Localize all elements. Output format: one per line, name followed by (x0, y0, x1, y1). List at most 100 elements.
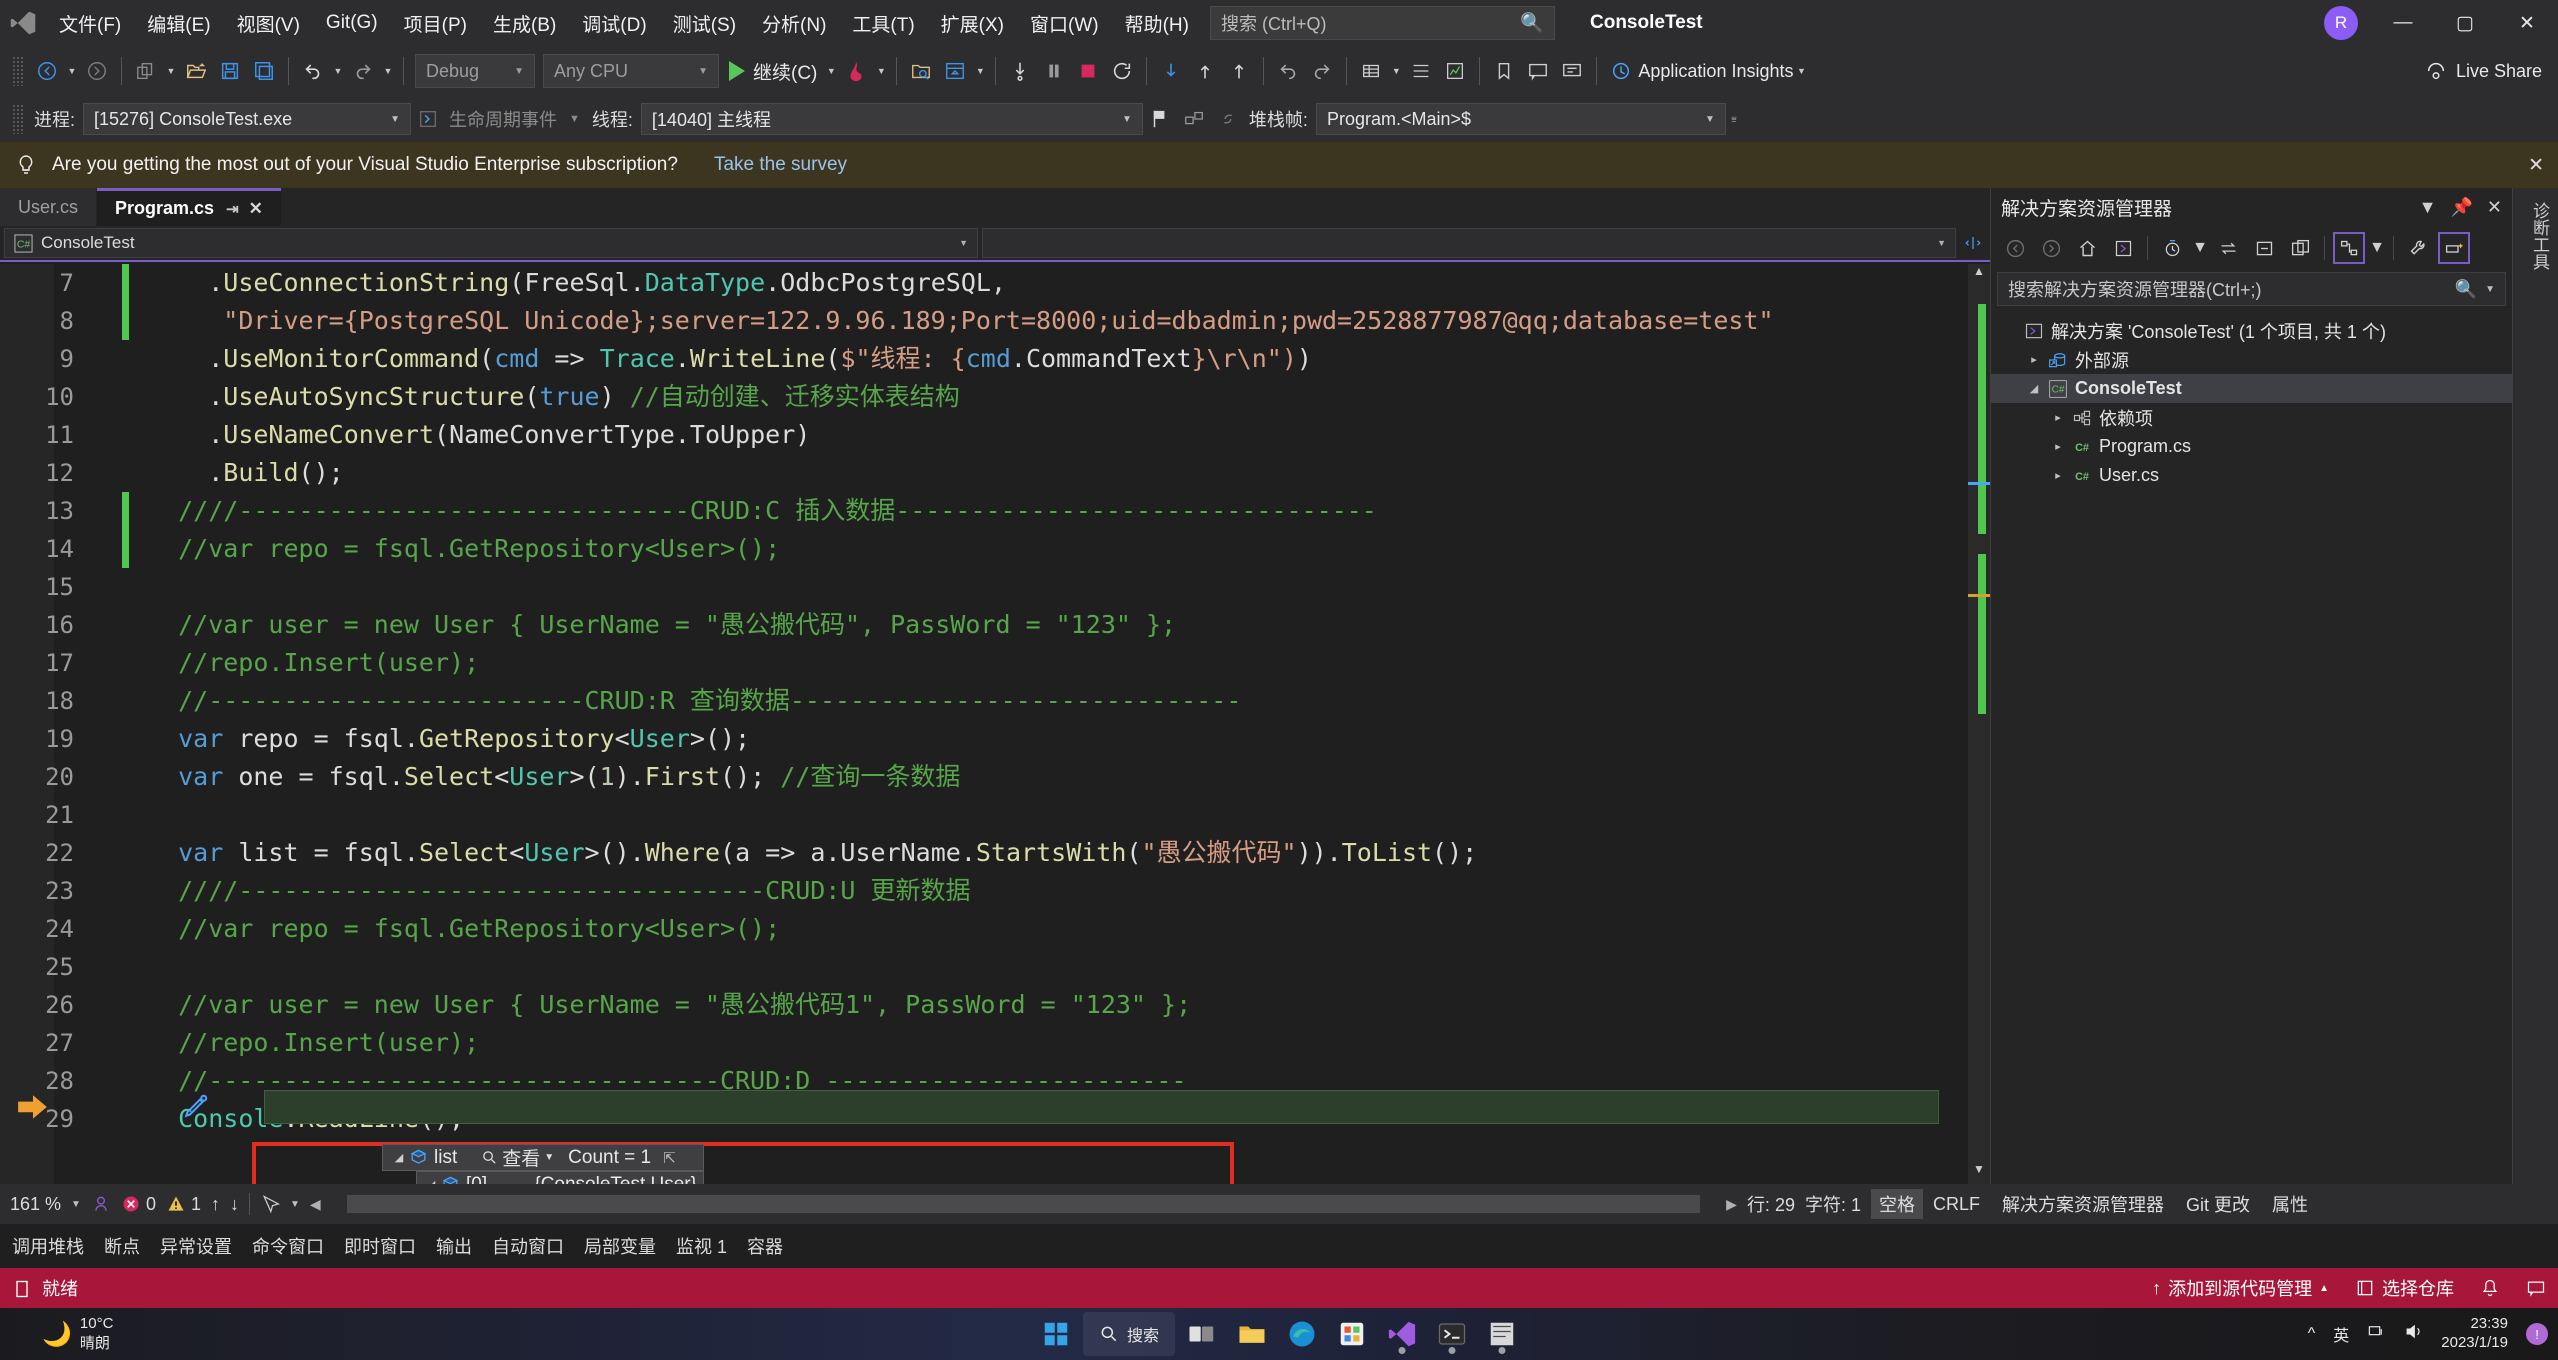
warning-count[interactable]: 1 (166, 1194, 201, 1215)
step-into-arrow-icon[interactable] (1188, 54, 1222, 88)
scroll-up-icon[interactable]: ▲ (1968, 264, 1990, 286)
continue-dropdown-icon[interactable]: ▼ (823, 54, 839, 88)
code-line[interactable]: 26 //var user = new User { UserName = "愚… (0, 986, 1774, 1024)
network-icon[interactable] (2367, 1322, 2386, 1346)
code-line[interactable]: 21 (0, 796, 1774, 834)
code-line[interactable]: 15 (0, 568, 1774, 606)
debug-window-tab[interactable]: 监视 1 (666, 1229, 737, 1263)
solution-configuration-select[interactable]: Debug ▼ (415, 54, 535, 88)
menu-debug[interactable]: 调试(D) (569, 0, 659, 46)
member-context-select[interactable]: ▼ (982, 228, 1957, 258)
horizontal-scrollbar[interactable] (346, 1195, 1701, 1213)
se-back-icon[interactable] (1999, 232, 2031, 264)
code-line[interactable]: 22 var list = fsql.Select<User>().Where(… (0, 834, 1774, 872)
ime-language-indicator[interactable]: 英 (2333, 1322, 2349, 1346)
pause-icon[interactable] (1037, 54, 1071, 88)
code-line[interactable]: 11 .UseNameConvert(NameConvertType.ToUpp… (0, 416, 1774, 454)
notification-badge[interactable]: ! (2526, 1323, 2548, 1345)
scroll-down-icon[interactable]: ▼ (1968, 1162, 1990, 1184)
code-line[interactable]: 14 //var repo = fsql.GetRepository<User>… (0, 530, 1774, 568)
solution-tree[interactable]: 解决方案 'ConsoleTest' (1 个项目, 共 1 个) ▸ 外部源 ◢ C#… (1991, 308, 2512, 490)
hot-reload-icon[interactable] (839, 54, 873, 88)
code-line[interactable]: 9 .UseMonitorCommand(cmd => Trace.WriteL… (0, 340, 1774, 378)
menu-help[interactable]: 帮助(H) (1112, 0, 1202, 46)
app-insights-icon[interactable] (1604, 54, 1638, 88)
diagnostic-tools-tab[interactable]: 诊断工具 (2512, 188, 2558, 1184)
chevron-down-icon[interactable]: ▼ (544, 1152, 554, 1163)
navigate-back-icon[interactable] (30, 54, 64, 88)
new-project-icon[interactable] (129, 54, 163, 88)
save-all-icon[interactable] (247, 54, 281, 88)
debug-window-tab[interactable]: 异常设置 (150, 1229, 242, 1263)
thread-select[interactable]: [14040] 主线程 ▼ (640, 103, 1143, 135)
flag-icon[interactable] (1143, 102, 1177, 136)
bookmark-icon[interactable] (1487, 54, 1521, 88)
debug-window-tab[interactable]: 输出 (426, 1229, 482, 1263)
select-repository-button[interactable]: 选择仓库 (2355, 1275, 2454, 1301)
chevron-down-icon[interactable]: ▼ (2485, 284, 2495, 295)
pin-tab-icon[interactable]: ⇥ (226, 200, 239, 218)
new-project-dropdown-icon[interactable]: ▼ (163, 54, 179, 88)
step-out-icon[interactable] (1222, 54, 1256, 88)
app-insights-dropdown-icon[interactable]: ▼ (1793, 54, 1809, 88)
solution-tree-node[interactable]: ▸ 外部源 (1991, 345, 2512, 374)
uncomment-icon[interactable] (1555, 54, 1589, 88)
step-over-icon[interactable] (1154, 54, 1188, 88)
debug-window-tab[interactable]: 调用堆栈 (2, 1229, 94, 1263)
live-share-button[interactable]: Live Share (2425, 60, 2542, 82)
se-pending-dropdown-icon[interactable]: ▼ (2192, 232, 2208, 264)
restart-icon[interactable] (1105, 54, 1139, 88)
microsoft-store-icon[interactable] (1329, 1311, 1375, 1357)
app-window-icon[interactable] (1479, 1311, 1525, 1357)
stop-debugging-icon[interactable] (1071, 54, 1105, 88)
code-line[interactable]: 17 //repo.Insert(user); (0, 644, 1774, 682)
menu-project[interactable]: 项目(P) (391, 0, 480, 46)
collapse-triangle-icon[interactable]: ◢ (389, 1151, 409, 1164)
previous-issue-icon[interactable]: ↑ (211, 1194, 220, 1215)
quick-launch-search[interactable]: 搜索 (Ctrl+Q) 🔍 (1210, 6, 1555, 40)
next-issue-icon[interactable]: ↓ (230, 1194, 239, 1215)
panel-footer-tab[interactable]: 属性 (2272, 1191, 2308, 1217)
code-editor[interactable]: 7 .UseConnectionString(FreeSql.DataType.… (0, 264, 1990, 1184)
close-panel-icon[interactable]: ✕ (2487, 197, 2502, 218)
debug-window-tab[interactable]: 命令窗口 (242, 1229, 334, 1263)
se-sync-icon[interactable] (2212, 232, 2244, 264)
maximize-button[interactable]: ▢ (2434, 0, 2496, 46)
datatip-child-row[interactable]: ◢ [0] {ConsoleTest.User} (416, 1171, 704, 1184)
continue-button[interactable]: 继续(C) (723, 58, 823, 85)
debug-window-tab[interactable]: 自动窗口 (482, 1229, 574, 1263)
intellicode-icon[interactable] (91, 1194, 111, 1214)
split-editor-icon[interactable] (1960, 228, 1986, 258)
solution-tree-node[interactable]: ▸ C# Program.cs (1991, 432, 2512, 461)
expand-triangle-icon[interactable]: ▸ (2047, 411, 2069, 424)
close-tab-icon[interactable]: ✕ (249, 199, 263, 219)
toolbar-grip[interactable] (12, 56, 24, 86)
panel-footer-tab[interactable]: Git 更改 (2186, 1191, 2250, 1217)
editor-scroll-map[interactable] (1968, 264, 1990, 1184)
terminal-icon[interactable] (1429, 1311, 1475, 1357)
parallel-stacks-icon[interactable] (1177, 102, 1211, 136)
se-solution-view-icon[interactable] (2107, 232, 2139, 264)
se-show-all-files-icon[interactable] (2284, 232, 2316, 264)
pointer-mode-icon[interactable] (260, 1194, 280, 1214)
add-to-source-control-button[interactable]: ↑ 添加到源代码管理 ▲ (2152, 1275, 2329, 1301)
scroll-left-icon[interactable]: ◀ (310, 1196, 321, 1213)
edge-browser-icon[interactable] (1279, 1311, 1325, 1357)
start-button-icon[interactable] (1033, 1311, 1079, 1357)
menu-build[interactable]: 生成(B) (480, 0, 569, 46)
code-line[interactable]: 13 ////------------------------------CRU… (0, 492, 1774, 530)
zoom-level[interactable]: 161 % (10, 1194, 61, 1215)
undo-dropdown-icon[interactable]: ▼ (330, 54, 346, 88)
redo-dropdown-icon[interactable]: ▼ (380, 54, 396, 88)
lifecycle-events-icon[interactable] (411, 102, 445, 136)
debug-window-tab[interactable]: 局部变量 (574, 1229, 666, 1263)
navigate-back-dropdown-icon[interactable]: ▼ (64, 54, 80, 88)
se-forward-icon[interactable] (2035, 232, 2067, 264)
lifecycle-dropdown-icon[interactable]: ▼ (569, 113, 580, 125)
code-line[interactable]: 16 //var user = new User { UserName = "愚… (0, 606, 1774, 644)
se-preview-selected-icon[interactable] (2438, 232, 2470, 264)
code-line[interactable]: 23 ////---------------------------------… (0, 872, 1774, 910)
expand-triangle-icon[interactable]: ▸ (2047, 440, 2069, 453)
memory-dropdown-icon[interactable]: ▼ (1388, 54, 1404, 88)
solution-explorer-search-input[interactable]: 搜索解决方案资源管理器(Ctrl+;) 🔍 ▼ (1997, 272, 2506, 306)
